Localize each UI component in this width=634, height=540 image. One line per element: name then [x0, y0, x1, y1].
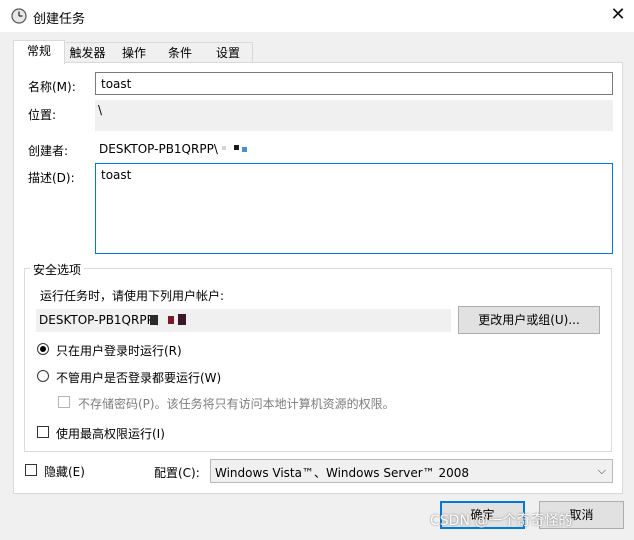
- redacted-pixel: [150, 315, 158, 325]
- redacted-pixel: [234, 145, 239, 150]
- configure-label: 配置(C):: [154, 466, 200, 480]
- tab-conditions[interactable]: 条件: [156, 42, 205, 63]
- description-textarea[interactable]: toast: [95, 163, 613, 254]
- configure-select[interactable]: Windows Vista™、Windows Server™ 2008 ⌵: [210, 459, 613, 483]
- redacted-pixel: [222, 146, 226, 150]
- chevron-down-icon: ⌵: [597, 464, 606, 477]
- tab-triggers[interactable]: 触发器: [63, 42, 113, 63]
- window-title: 创建任务: [33, 12, 86, 27]
- run-as-prompt: 运行任务时，请使用下列用户帐户:: [40, 289, 225, 303]
- title-bar: 创建任务 ✕: [0, 0, 634, 32]
- hidden-label[interactable]: 隐藏(E): [44, 463, 85, 480]
- location-value: \: [95, 100, 613, 131]
- hidden-checkbox[interactable]: [25, 464, 37, 476]
- redacted-pixel: [178, 314, 186, 325]
- author-value: DESKTOP-PB1QRPP\: [99, 142, 218, 156]
- no-store-password-label: 不存储密码(P)。该任务将只有访问本地计算机资源的权限。: [78, 397, 395, 411]
- radio-whether-logged-on-label[interactable]: 不管用户是否登录都要运行(W): [56, 369, 221, 386]
- redacted-pixel: [168, 316, 174, 324]
- tab-general[interactable]: 常规: [13, 40, 65, 64]
- radio-logged-on-label[interactable]: 只在用户登录时运行(R): [56, 342, 182, 359]
- no-store-password-checkbox[interactable]: [58, 396, 70, 408]
- security-options-title: 安全选项: [30, 261, 85, 278]
- task-scheduler-icon: [11, 8, 27, 24]
- tab-settings[interactable]: 设置: [204, 42, 253, 63]
- redacted-pixel: [242, 147, 247, 152]
- watermark-text: CSDN @一个奇奇怪的: [430, 513, 573, 529]
- close-button[interactable]: ✕: [605, 3, 631, 27]
- author-label: 创建者:: [28, 144, 69, 158]
- location-label: 位置:: [28, 108, 57, 122]
- name-label: 名称(M):: [28, 80, 76, 94]
- name-input[interactable]: toast: [95, 72, 613, 95]
- configure-select-value: Windows Vista™、Windows Server™ 2008: [215, 466, 470, 480]
- change-user-button[interactable]: 更改用户或组(U)...: [458, 306, 600, 334]
- highest-privileges-label[interactable]: 使用最高权限运行(I): [56, 425, 165, 442]
- highest-privileges-checkbox[interactable]: [37, 426, 49, 438]
- tab-actions[interactable]: 操作: [112, 42, 157, 63]
- description-label: 描述(D):: [28, 171, 75, 185]
- radio-logged-on[interactable]: [37, 343, 49, 355]
- run-as-account: DESKTOP-PB1QRPP\: [36, 309, 451, 332]
- radio-whether-logged-on[interactable]: [37, 370, 49, 382]
